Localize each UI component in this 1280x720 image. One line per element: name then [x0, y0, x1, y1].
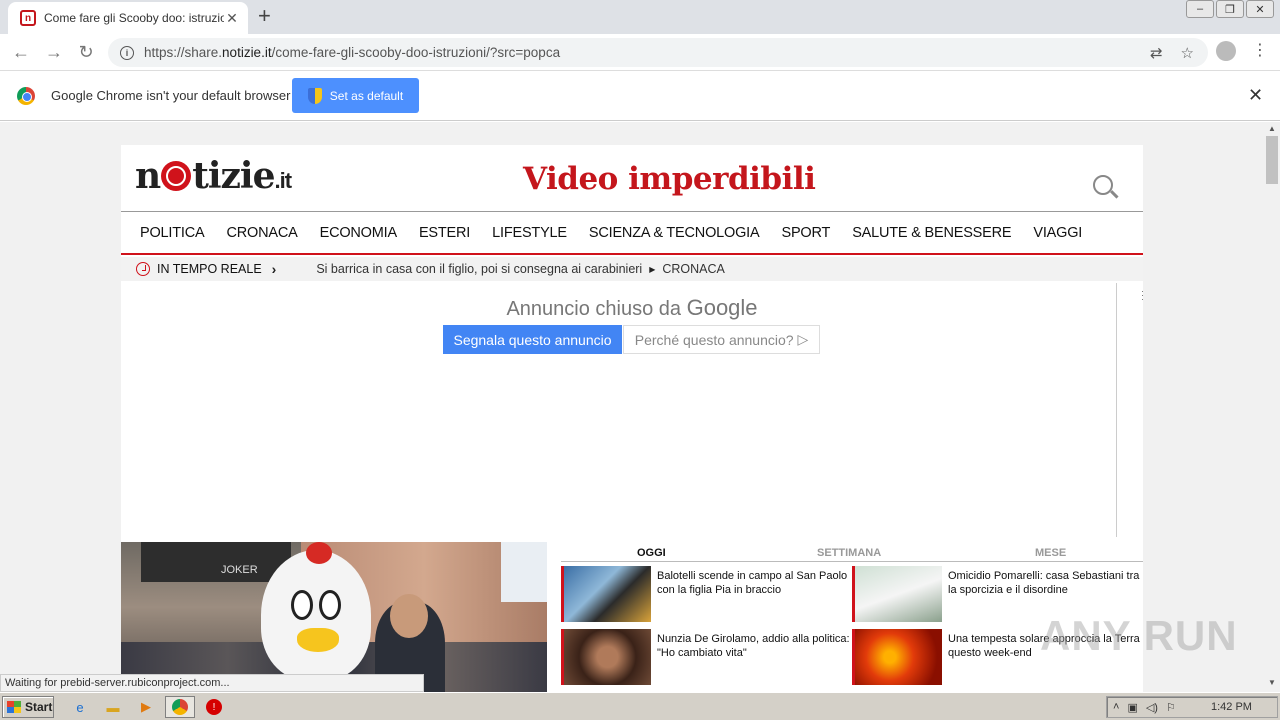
shield-icon — [307, 87, 322, 104]
page-headline: Video imperdibili — [523, 161, 816, 197]
tab-strip: n Come fare gli Scooby doo: istruzioni e… — [0, 0, 1280, 34]
translate-icon[interactable]: ⇄ — [1150, 44, 1163, 62]
report-ad-button[interactable]: Segnala questo annuncio — [443, 325, 622, 354]
tab-settimana[interactable]: SETTIMANA — [817, 547, 881, 559]
set-as-default-button[interactable]: Set as default — [292, 78, 419, 113]
scrollbar-thumb[interactable] — [1266, 136, 1278, 184]
forward-arrow-icon[interactable]: → — [42, 41, 66, 63]
browser-menu-icon[interactable]: ⋮ — [1252, 40, 1268, 60]
watermark-logo: ANY RUN — [1040, 612, 1238, 659]
nav-item-salute-benessere[interactable]: SALUTE & BENESSERE — [852, 225, 1011, 241]
nav-item-lifestyle[interactable]: LIFESTYLE — [492, 225, 567, 241]
window-controls: – ❐ ✕ — [1186, 0, 1274, 18]
windows-logo-icon — [7, 701, 21, 713]
infobar-close-icon[interactable]: ✕ — [1248, 85, 1263, 106]
close-window-button[interactable]: ✕ — [1246, 0, 1274, 18]
windows-taskbar: Start e ▬ ▶ ! ˄ ▣ ◁) ⚐ 1:42 PM — [0, 692, 1280, 720]
volume-icon[interactable]: ◁) — [1146, 701, 1158, 714]
search-icon[interactable] — [1093, 175, 1113, 195]
bookmark-star-icon[interactable]: ☆ — [1181, 44, 1194, 62]
network-icon[interactable]: ▣ — [1127, 701, 1137, 714]
video-player[interactable]: JOKER — [121, 542, 547, 692]
most-read-tabs: OGGI SETTIMANA MESE — [561, 545, 1143, 562]
chicken-mascot — [261, 542, 371, 680]
internet-explorer-icon[interactable]: e — [70, 697, 90, 717]
caret-right-icon: ▶ — [649, 264, 656, 274]
article-title[interactable]: Balotelli scende in campo al San Paolo c… — [657, 569, 852, 597]
nav-item-esteri[interactable]: ESTERI — [419, 225, 470, 241]
scroll-up-icon[interactable]: ▲ — [1268, 124, 1276, 133]
tray-clock[interactable]: 1:42 PM — [1211, 701, 1252, 713]
article-thumbnail[interactable] — [852, 566, 942, 622]
default-browser-infobar: Google Chrome isn't your default browser… — [0, 71, 1280, 121]
site-container: n tizie .it Video imperdibili POLITICA CRO… — [121, 145, 1144, 692]
clock-icon — [136, 262, 150, 276]
site-favicon-icon: n — [20, 10, 36, 26]
nav-item-economia[interactable]: ECONOMIA — [320, 225, 398, 241]
folder-icon[interactable]: ▬ — [103, 697, 123, 717]
infobar-message: Google Chrome isn't your default browser — [51, 88, 291, 103]
nav-item-politica[interactable]: POLITICA — [140, 225, 205, 241]
page-viewport: n tizie .it Video imperdibili POLITICA CRO… — [0, 122, 1264, 692]
reload-icon[interactable]: ↻ — [74, 41, 98, 63]
tray-expand-icon[interactable]: ˄ — [1113, 701, 1119, 713]
ad-closed-message: Annuncio chiuso da Google — [506, 295, 758, 320]
browser-toolbar: ← → ↻ i https://share.notizie.it/come-fa… — [0, 34, 1280, 71]
ticker-headline[interactable]: Si barrica in casa con il figlio, poi si… — [316, 262, 642, 276]
list-item[interactable]: Balotelli scende in campo al San Paolo c… — [561, 566, 852, 622]
closed-ad-area: Annuncio chiuso da Google Segnala questo… — [147, 283, 1144, 537]
live-ticker: IN TEMPO REALE › Si barrica in casa con … — [121, 257, 1143, 281]
nav-item-sport[interactable]: SPORT — [781, 225, 830, 241]
article-thumbnail[interactable] — [561, 629, 651, 685]
nav-item-scienza-tecnologia[interactable]: SCIENZA & TECNOLOGIA — [589, 225, 760, 241]
chrome-logo-icon — [17, 87, 35, 105]
video-frame-sky — [501, 542, 547, 602]
page-scrollbar[interactable]: ▲ ▼ — [1264, 122, 1280, 692]
action-center-flag-icon[interactable]: ⚐ — [1166, 701, 1176, 714]
chrome-taskbar-icon[interactable] — [165, 696, 195, 718]
address-bar[interactable]: i https://share.notizie.it/come-fare-gli… — [108, 38, 1208, 67]
nav-item-viaggi[interactable]: VIAGGI — [1033, 225, 1082, 241]
site-logo[interactable]: n tizie .it — [135, 155, 292, 197]
tab-mese[interactable]: MESE — [1035, 547, 1066, 559]
media-player-icon[interactable]: ▶ — [136, 697, 156, 717]
ticker-category[interactable]: CRONACA — [662, 262, 725, 276]
list-item[interactable]: Nunzia De Girolamo, addio alla politica:… — [561, 629, 852, 685]
article-thumbnail[interactable] — [852, 629, 942, 685]
tab-close-icon[interactable]: ✕ — [224, 10, 240, 27]
start-button[interactable]: Start — [2, 696, 54, 718]
profile-avatar-icon[interactable] — [1216, 41, 1236, 61]
system-tray: ˄ ▣ ◁) ⚐ 1:42 PM — [1106, 696, 1278, 718]
video-frame-shop-sign: JOKER — [141, 542, 291, 582]
nav-item-cronaca[interactable]: CRONACA — [226, 225, 297, 241]
restore-button[interactable]: ❐ — [1216, 0, 1244, 18]
set-as-default-label: Set as default — [329, 88, 404, 103]
scroll-down-icon[interactable]: ▼ — [1268, 678, 1276, 687]
browser-tab[interactable]: n Come fare gli Scooby doo: istruzioni e… — [8, 2, 248, 34]
site-info-icon[interactable]: i — [120, 45, 134, 60]
new-tab-button[interactable]: + — [258, 5, 271, 27]
status-bar: Waiting for prebid-server.rubiconproject… — [0, 674, 424, 692]
chevron-right-icon[interactable]: › — [272, 261, 277, 277]
start-label: Start — [25, 700, 53, 714]
article-title[interactable]: Omicidio Pomarelli: casa Sebastiani tra … — [948, 569, 1143, 597]
ticker-label[interactable]: IN TEMPO REALE — [157, 262, 262, 276]
url-text: https://share.notizie.it/come-fare-gli-s… — [144, 45, 561, 60]
article-thumbnail[interactable] — [561, 566, 651, 622]
opera-icon[interactable]: ! — [204, 697, 224, 717]
tab-oggi[interactable]: OGGI — [637, 547, 666, 559]
logo-globe-icon — [161, 161, 192, 191]
minimize-button[interactable]: – — [1186, 0, 1214, 18]
tab-title: Come fare gli Scooby doo: istruzioni e — [44, 11, 224, 25]
main-navigation: POLITICA CRONACA ECONOMIA ESTERI LIFESTY… — [121, 211, 1143, 255]
back-arrow-icon[interactable]: ← — [9, 41, 33, 63]
article-title[interactable]: Nunzia De Girolamo, addio alla politica:… — [657, 632, 852, 660]
ad-options-icon[interactable]: · · · — [1141, 287, 1144, 304]
why-this-ad-button[interactable]: Perché questo annuncio? ▷ — [623, 325, 820, 354]
